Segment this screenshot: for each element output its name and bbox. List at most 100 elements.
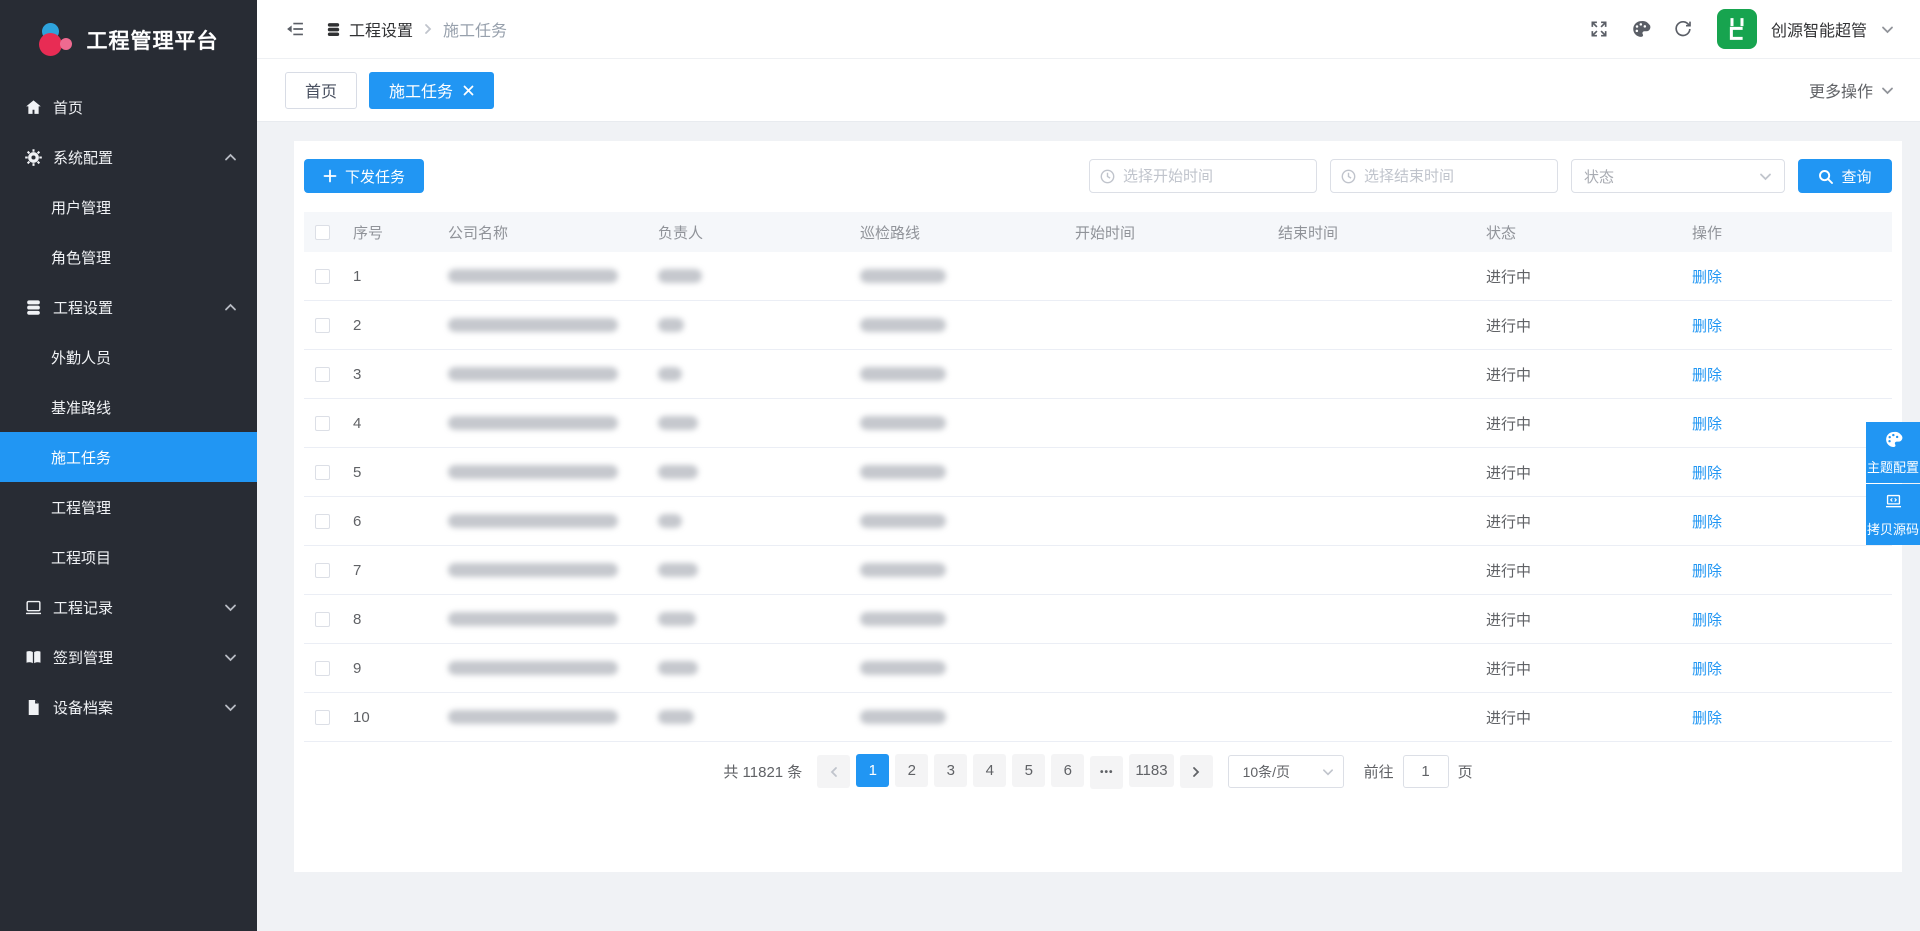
- chevron-down-icon: [224, 601, 237, 614]
- pagination-page-4[interactable]: 4: [973, 754, 1006, 787]
- row-checkbox[interactable]: [315, 514, 330, 529]
- row-checkbox[interactable]: [315, 563, 330, 578]
- theme-config-button[interactable]: 主题配置: [1866, 422, 1920, 483]
- company-redacted: [448, 318, 618, 332]
- row-index: 2: [350, 317, 448, 334]
- sidebar-item-field-staff[interactable]: 外勤人员: [0, 332, 257, 382]
- row-checkbox[interactable]: [315, 367, 330, 382]
- breadcrumb-current: 施工任务: [443, 17, 507, 41]
- chevron-down-icon[interactable]: [1881, 23, 1894, 36]
- route-redacted: [860, 416, 946, 430]
- avatar[interactable]: [1717, 9, 1757, 49]
- status-text: 进行中: [1486, 661, 1531, 678]
- user-name[interactable]: 创源智能超管: [1771, 17, 1867, 41]
- pagination-pages: 123456•••1183: [853, 754, 1176, 789]
- company-redacted: [448, 367, 618, 381]
- delete-link[interactable]: 删除: [1692, 318, 1722, 335]
- sidebar-item-home[interactable]: 首页: [0, 82, 257, 132]
- delete-link[interactable]: 删除: [1692, 465, 1722, 482]
- sidebar-item-project-settings[interactable]: 工程设置: [0, 282, 257, 332]
- col-header-end: 结束时间: [1278, 222, 1486, 243]
- chevron-down-icon: [1322, 766, 1334, 778]
- search-button[interactable]: 查询: [1798, 159, 1892, 193]
- dispatch-task-button[interactable]: 下发任务: [304, 159, 424, 193]
- tab-home[interactable]: 首页: [285, 72, 357, 109]
- company-redacted: [448, 661, 618, 675]
- fullscreen-icon[interactable]: [1589, 19, 1609, 39]
- goto-page-input[interactable]: [1403, 755, 1449, 788]
- table-row: 1 进行中 删除: [304, 252, 1892, 301]
- sidebar-item-checkin-management[interactable]: 签到管理: [0, 632, 257, 682]
- row-checkbox[interactable]: [315, 269, 330, 284]
- sidebar-item-project-management[interactable]: 工程管理: [0, 482, 257, 532]
- refresh-icon[interactable]: [1673, 19, 1693, 39]
- sidebar-item-baseline-route[interactable]: 基准路线: [0, 382, 257, 432]
- close-icon[interactable]: [463, 85, 474, 96]
- pagination-page-3[interactable]: 3: [934, 754, 967, 787]
- status-text: 进行中: [1486, 416, 1531, 433]
- delete-link[interactable]: 删除: [1692, 661, 1722, 678]
- more-actions-dropdown[interactable]: 更多操作: [1809, 78, 1894, 102]
- start-date-input[interactable]: [1089, 159, 1317, 193]
- select-all-checkbox[interactable]: [315, 225, 330, 240]
- tab-construction-tasks[interactable]: 施工任务: [369, 72, 494, 109]
- company-redacted: [448, 416, 618, 430]
- delete-link[interactable]: 删除: [1692, 367, 1722, 384]
- sidebar-item-project-records[interactable]: 工程记录: [0, 582, 257, 632]
- breadcrumb-section[interactable]: 工程设置: [325, 17, 413, 41]
- row-checkbox[interactable]: [315, 612, 330, 627]
- row-checkbox[interactable]: [315, 661, 330, 676]
- row-index: 8: [350, 611, 448, 628]
- end-date-field[interactable]: [1364, 168, 1557, 185]
- copy-source-button[interactable]: 拷贝源码: [1866, 484, 1920, 545]
- chevron-left-icon: [828, 766, 840, 778]
- pagination-next-button[interactable]: [1180, 755, 1213, 788]
- sidebar-item-device-archive[interactable]: 设备档案: [0, 682, 257, 732]
- route-redacted: [860, 514, 946, 528]
- delete-link[interactable]: 删除: [1692, 416, 1722, 433]
- pagination-page-2[interactable]: 2: [895, 754, 928, 787]
- row-checkbox[interactable]: [315, 416, 330, 431]
- sidebar-item-construction-tasks[interactable]: 施工任务: [0, 432, 257, 482]
- route-redacted: [860, 612, 946, 626]
- delete-link[interactable]: 删除: [1692, 269, 1722, 286]
- palette-icon[interactable]: [1631, 19, 1651, 39]
- delete-link[interactable]: 删除: [1692, 563, 1722, 580]
- status-select[interactable]: 状态: [1571, 159, 1785, 193]
- sidebar-item-project-items[interactable]: 工程项目: [0, 532, 257, 582]
- route-redacted: [860, 367, 946, 381]
- pagination-page-6[interactable]: 6: [1051, 754, 1084, 787]
- row-checkbox[interactable]: [315, 710, 330, 725]
- delete-link[interactable]: 删除: [1692, 514, 1722, 531]
- app-logo-icon: [39, 22, 75, 58]
- delete-link[interactable]: 删除: [1692, 710, 1722, 727]
- end-date-input[interactable]: [1330, 159, 1558, 193]
- sidebar-item-role-management[interactable]: 角色管理: [0, 232, 257, 282]
- database-icon: [24, 298, 43, 317]
- row-checkbox[interactable]: [315, 318, 330, 333]
- sidebar-item-user-management[interactable]: 用户管理: [0, 182, 257, 232]
- app-logo: 工程管理平台: [0, 0, 257, 80]
- sidebar: 工程管理平台 首页 系统配置 用户管理 角色管理 工程设置: [0, 0, 257, 931]
- row-checkbox[interactable]: [315, 465, 330, 480]
- company-logo-icon: [1722, 14, 1752, 44]
- col-header-start: 开始时间: [1075, 222, 1278, 243]
- chevron-down-icon: [224, 651, 237, 664]
- row-index: 1: [350, 268, 448, 285]
- sidebar-item-system-config[interactable]: 系统配置: [0, 132, 257, 182]
- pagination-page-5[interactable]: 5: [1012, 754, 1045, 787]
- delete-link[interactable]: 删除: [1692, 612, 1722, 629]
- col-header-route: 巡检路线: [860, 222, 1075, 243]
- home-icon: [24, 98, 43, 117]
- pagination-prev-button[interactable]: [817, 755, 850, 788]
- chevron-right-icon: [422, 23, 434, 35]
- collapse-sidebar-icon[interactable]: [285, 19, 305, 39]
- chevron-down-icon: [1759, 170, 1772, 183]
- pagination-page-1[interactable]: 1: [856, 754, 889, 787]
- chevron-right-icon: [1190, 766, 1202, 778]
- start-date-field[interactable]: [1123, 168, 1316, 185]
- page-size-select[interactable]: 10条/页: [1228, 755, 1344, 788]
- pagination-more-button[interactable]: •••: [1090, 756, 1123, 789]
- pagination-page-1183[interactable]: 1183: [1129, 754, 1173, 787]
- route-redacted: [860, 465, 946, 479]
